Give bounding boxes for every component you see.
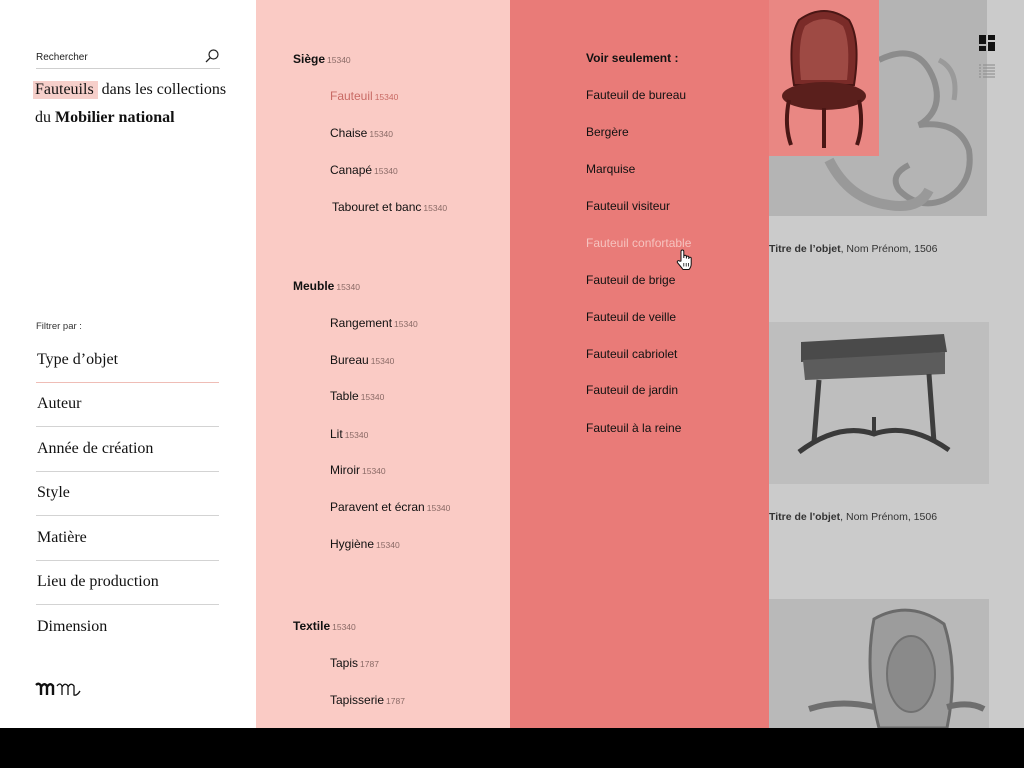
subcategory-label: Rangement [330, 316, 393, 330]
hand-pointer-cursor-icon [676, 249, 692, 270]
result-image-upholstered-chair[interactable] [769, 599, 989, 728]
subcategory-count: 15340 [344, 430, 369, 440]
category-count: 15340 [336, 282, 360, 292]
subcategory-count: 1787 [360, 659, 379, 669]
subcategory-label: Tapis [330, 656, 359, 670]
title-bold-2: national [118, 109, 175, 126]
armchair-image-highlight [769, 0, 879, 156]
filter-auteur[interactable]: Auteur [36, 383, 219, 427]
subcategory-count: 1787 [386, 696, 405, 706]
search-input[interactable] [36, 48, 196, 66]
filter-matiere[interactable]: Matière [36, 516, 219, 561]
list-view-icon[interactable] [979, 64, 995, 79]
refine-option-hovered[interactable]: Fauteuil confortable [586, 236, 691, 250]
result-image-armchair[interactable] [769, 0, 987, 216]
category-textile[interactable]: Textile 15340 [293, 619, 356, 633]
subcategory-chaise[interactable]: Chaise 15340 [330, 126, 393, 140]
subcategory-count: 15340 [394, 319, 418, 329]
subcategory-label: Fauteuil [330, 89, 373, 103]
page-title: Fauteuils dans les collections du Mobili… [33, 76, 235, 132]
subcategory-label: Paravent et écran [330, 500, 425, 514]
subcategory-bureau[interactable]: Bureau 15340 [330, 353, 394, 367]
category-label: Textile [293, 619, 331, 633]
result-image-table[interactable] [769, 322, 989, 484]
filter-dimension[interactable]: Dimension [36, 605, 219, 650]
subcategory-tapis[interactable]: Tapis 1787 [330, 656, 379, 670]
subcategory-label: Tapisserie [330, 693, 385, 707]
app-screen: Fauteuils dans les collections du Mobili… [0, 0, 1024, 728]
subcategory-lit[interactable]: Lit 15340 [330, 427, 368, 441]
refine-option[interactable]: Fauteuil de veille [586, 310, 676, 324]
subcategory-count: 15340 [362, 466, 386, 476]
category-meuble[interactable]: Meuble 15340 [293, 279, 360, 293]
subcategory-miroir[interactable]: Miroir 15340 [330, 463, 386, 477]
armchair-illustration [782, 10, 866, 148]
search-icon[interactable] [204, 48, 220, 64]
subcategory-label: Canapé [330, 163, 373, 177]
subcategory-label: Chaise [330, 126, 368, 140]
title-bold-1: Mobilier [55, 109, 115, 126]
category-count: 15340 [332, 622, 356, 632]
refine-option[interactable]: Fauteuil à la reine [586, 421, 681, 435]
refine-option[interactable]: Fauteuil de jardin [586, 383, 678, 397]
result-caption[interactable]: Titre de l'objet, Nom Prénom, 1506 [769, 511, 937, 523]
category-panel: Siège 15340 Fauteuil 15340 Chaise 15340 Can… [256, 0, 510, 728]
subcategory-tabouret-banc[interactable]: Tabouret et banc 15340 [332, 200, 447, 214]
subcategory-table[interactable]: Table 15340 [330, 389, 384, 403]
grid-view-icon[interactable] [979, 35, 995, 51]
subcategory-count: 15340 [374, 92, 399, 102]
refine-option[interactable]: Fauteuil visiteur [586, 199, 670, 213]
refine-panel: Voir seulement : Fauteuil de bureau Berg… [510, 0, 769, 728]
filter-annee-creation[interactable]: Année de création [36, 427, 219, 472]
subcategory-fauteuil[interactable]: Fauteuil 15340 [330, 89, 398, 103]
filter-list: Type d’objet Auteur Année de création St… [36, 338, 219, 650]
subcategory-label: Table [330, 389, 359, 403]
result-title: Titre de l’objet [769, 243, 841, 255]
result-title: Titre de l'objet [769, 511, 841, 523]
title-highlight: Fauteuils [33, 81, 98, 99]
subcategory-rangement[interactable]: Rangement 15340 [330, 316, 418, 330]
refine-option[interactable]: Fauteuil de brige [586, 273, 675, 287]
upholstered-chair-illustration [808, 608, 986, 728]
result-meta: , Nom Prénom, 1506 [840, 511, 938, 523]
category-label: Siège [293, 52, 326, 66]
category-count: 15340 [327, 55, 351, 65]
filter-type-objet[interactable]: Type d’objet [36, 338, 219, 383]
results-gallery: Titre de l’objet, Nom Prénom, 1506 Titre… [769, 0, 1024, 728]
result-caption[interactable]: Titre de l’objet, Nom Prénom, 1506 [769, 243, 937, 255]
subcategory-count: 15340 [360, 392, 385, 402]
subcategory-label: Lit [330, 427, 343, 441]
subcategory-count: 15340 [374, 166, 398, 176]
refine-option[interactable]: Fauteuil cabriolet [586, 347, 677, 361]
subcategory-label: Tabouret et banc [332, 200, 422, 214]
refine-heading: Voir seulement : [586, 51, 679, 65]
subcategory-label: Hygiène [330, 537, 375, 551]
left-panel: Fauteuils dans les collections du Mobili… [0, 0, 256, 728]
filter-style[interactable]: Style [36, 472, 219, 516]
subcategory-label: Bureau [330, 353, 369, 367]
subcategory-canape[interactable]: Canapé 15340 [330, 163, 398, 177]
category-label: Meuble [293, 279, 335, 293]
subcategory-tapisserie[interactable]: Tapisserie 1787 [330, 693, 405, 707]
search-bar [36, 48, 220, 69]
result-meta: , Nom Prénom, 1506 [840, 243, 938, 255]
refine-option[interactable]: Fauteuil de bureau [586, 88, 686, 102]
filter-label: Filtrer par : [36, 321, 82, 332]
subcategory-count: 15340 [370, 356, 395, 366]
mobilier-national-logo[interactable] [35, 680, 81, 698]
subcategory-hygiene[interactable]: Hygiène 15340 [330, 537, 400, 551]
subcategory-paravent-ecran[interactable]: Paravent et écran 15340 [330, 500, 450, 514]
category-siege[interactable]: Siège 15340 [293, 52, 351, 66]
filter-lieu-production[interactable]: Lieu de production [36, 561, 219, 605]
refine-option[interactable]: Marquise [586, 162, 635, 176]
refine-option[interactable]: Bergère [586, 125, 629, 139]
subcategory-count: 15340 [369, 129, 393, 139]
subcategory-count: 15340 [426, 503, 451, 513]
subcategory-count: 15340 [423, 203, 448, 213]
subcategory-label: Miroir [330, 463, 360, 477]
screen-bottom-bar [0, 728, 1024, 768]
subcategory-count: 15340 [376, 540, 400, 550]
table-illustration [797, 334, 951, 455]
